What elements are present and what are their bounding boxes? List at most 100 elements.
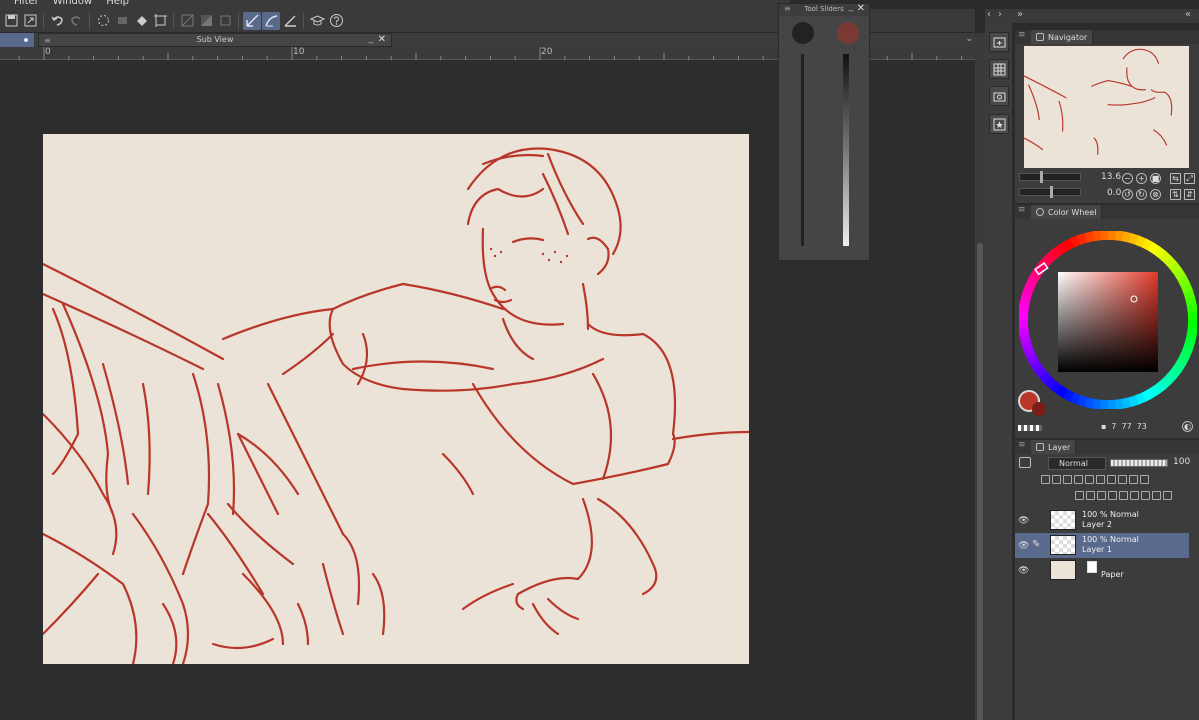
opacity-slider[interactable]	[1110, 459, 1168, 467]
hue-ring[interactable]	[1019, 231, 1197, 409]
layer-property-icon[interactable]	[1019, 457, 1031, 468]
help-button[interactable]	[327, 12, 345, 30]
snap-special-ruler-button[interactable]	[262, 11, 280, 30]
zoom-in-button[interactable]: +	[1136, 173, 1147, 184]
color-icon[interactable]	[1118, 475, 1127, 484]
drawing-canvas[interactable]	[43, 134, 749, 664]
learn-button[interactable]	[308, 12, 326, 30]
grip-icon[interactable]: ≡	[1018, 440, 1026, 450]
fit-button[interactable]: ■	[1150, 173, 1161, 184]
hue-segment[interactable]	[1187, 320, 1197, 329]
minimize-button[interactable]: _	[369, 34, 374, 44]
clear-button[interactable]	[113, 12, 131, 30]
eye-icon[interactable]: 👁	[1018, 541, 1029, 551]
new-raster-layer-icon[interactable]	[1075, 491, 1084, 500]
zoom-slider[interactable]	[1019, 171, 1081, 183]
chevron-down-icon[interactable]: ⌄	[965, 34, 973, 44]
export-button[interactable]	[21, 12, 39, 30]
hue-segment[interactable]	[1107, 399, 1116, 409]
transfer-down-icon[interactable]	[1108, 491, 1117, 500]
reset-rotation-button[interactable]: ⊗	[1150, 189, 1161, 200]
transform-button[interactable]	[151, 12, 169, 30]
timeline-palette-button[interactable]	[989, 59, 1009, 79]
palette-color-icon[interactable]	[1129, 475, 1138, 484]
flip-horizontal-button[interactable]: ⇆	[1170, 173, 1181, 184]
sub-color-swatch[interactable]	[1032, 402, 1046, 416]
layer-row-layer-1[interactable]: 👁 ✎ 100 % Normal Layer 1	[1015, 533, 1189, 558]
new-folder-icon[interactable]	[1097, 491, 1106, 500]
blend-mode-select[interactable]: Normal	[1048, 457, 1106, 470]
save-button[interactable]	[2, 12, 20, 30]
tool-sliders-header[interactable]: ≡ Tool Sliders _ ✕	[779, 2, 869, 16]
grip-icon[interactable]: ≡	[1018, 30, 1026, 40]
menu-window[interactable]: Window	[53, 0, 92, 9]
merge-down-icon[interactable]	[1119, 491, 1128, 500]
hue-segment[interactable]	[1187, 312, 1197, 321]
eye-icon[interactable]: 👁	[1018, 516, 1029, 526]
rotate-right-button[interactable]: ↻	[1136, 189, 1147, 200]
eye-icon[interactable]: 👁	[1018, 566, 1029, 576]
minimize-button[interactable]: _	[849, 2, 854, 12]
selection-show-button[interactable]	[216, 12, 234, 30]
brush-size-slider[interactable]	[801, 54, 804, 246]
zoom-slider-knob[interactable]	[1040, 171, 1043, 183]
chevron-right-icon[interactable]: ›	[998, 9, 1002, 20]
more-icon[interactable]	[1140, 475, 1149, 484]
apply-mask-icon[interactable]	[1141, 491, 1150, 500]
hue-segment[interactable]	[1019, 311, 1029, 320]
new-vector-layer-icon[interactable]	[1086, 491, 1095, 500]
layer-row-layer-2[interactable]: 👁 100 % Normal Layer 2	[1015, 508, 1189, 533]
zoom-out-button[interactable]: −	[1122, 173, 1133, 184]
document-tab[interactable]	[0, 33, 34, 47]
double-chevron-right-icon[interactable]: »	[1017, 9, 1023, 20]
new-mask-icon[interactable]	[1130, 491, 1139, 500]
opacity-value[interactable]: 100	[1173, 457, 1190, 467]
rotation-slider[interactable]	[1019, 186, 1081, 198]
material-palette-button[interactable]	[989, 32, 1009, 52]
hue-segment[interactable]	[1108, 231, 1117, 241]
redo-button[interactable]	[67, 12, 85, 30]
vertical-scrollbar[interactable]	[975, 33, 985, 720]
tab-color-wheel[interactable]: Color Wheel	[1031, 205, 1103, 219]
transparent-color-swatch[interactable]	[1018, 425, 1042, 431]
menu-filter[interactable]: Filter	[14, 0, 39, 9]
hue-segment[interactable]	[1099, 399, 1108, 409]
color-mode-button[interactable]: ◐	[1182, 421, 1193, 432]
chevron-left-icon[interactable]: ‹	[987, 9, 991, 20]
grip-icon[interactable]: ≡	[1018, 205, 1026, 215]
brush-opacity-slider[interactable]	[843, 54, 849, 246]
hue-segment[interactable]	[1100, 231, 1109, 241]
snap-grid-button[interactable]	[281, 12, 299, 30]
hue-segment[interactable]	[1019, 319, 1029, 328]
double-chevron-left-icon[interactable]: «	[1185, 9, 1191, 20]
reference-icon[interactable]	[1052, 475, 1061, 484]
camera-palette-button[interactable]	[989, 86, 1009, 106]
loading-button[interactable]	[94, 12, 112, 30]
flip-vertical-button[interactable]: ⇅	[1170, 189, 1181, 200]
layer-row-paper[interactable]: 👁 Paper	[1015, 558, 1189, 583]
close-button[interactable]: ✕	[378, 34, 386, 45]
layer-settings-icon[interactable]	[1152, 491, 1161, 500]
mask-icon[interactable]	[1096, 475, 1105, 484]
selection-invert-button[interactable]	[197, 12, 215, 30]
menu-help[interactable]: Help	[106, 0, 129, 9]
clip-icon[interactable]	[1041, 475, 1050, 484]
rotate-left-button[interactable]: ↺	[1122, 189, 1133, 200]
selection-clear-button[interactable]	[178, 12, 196, 30]
lock-alpha-icon[interactable]	[1085, 475, 1094, 484]
draft-icon[interactable]	[1063, 475, 1072, 484]
navigator-preview[interactable]	[1024, 46, 1189, 168]
undo-button[interactable]	[48, 12, 66, 30]
delete-layer-icon[interactable]	[1163, 491, 1172, 500]
scrollbar-thumb[interactable]	[977, 243, 983, 720]
tab-layer[interactable]: Layer	[1031, 440, 1077, 454]
fill-button[interactable]	[132, 12, 150, 30]
tab-navigator[interactable]: Navigator	[1031, 30, 1094, 44]
ruler-icon[interactable]	[1107, 475, 1116, 484]
flip-icon-button[interactable]: ⇵	[1184, 189, 1195, 200]
close-button[interactable]: ✕	[857, 3, 865, 14]
subview-palette-header[interactable]: ≡ Sub View _ ✕	[38, 33, 392, 47]
favorites-palette-button[interactable]	[989, 114, 1009, 134]
rotation-slider-knob[interactable]	[1050, 186, 1053, 198]
fullscreen-button[interactable]: ⤢	[1184, 173, 1195, 184]
